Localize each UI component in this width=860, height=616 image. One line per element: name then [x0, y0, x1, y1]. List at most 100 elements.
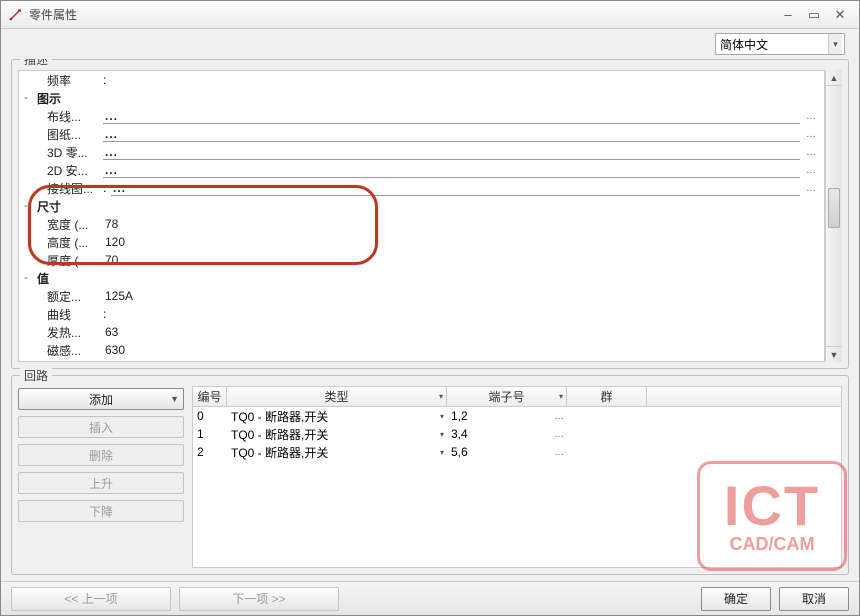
property-row[interactable]: -图示 — [19, 89, 824, 107]
col-num[interactable]: 编号 — [193, 387, 227, 406]
ellipsis-icon: … — [554, 411, 564, 422]
property-row[interactable]: 曲线: — [19, 305, 824, 323]
browse-button[interactable]: … — [802, 145, 820, 160]
window-title: 零件属性 — [29, 6, 77, 23]
insert-button[interactable]: 插入 — [18, 416, 184, 438]
property-label: 3D 零... — [43, 144, 103, 161]
property-value-input[interactable]: ...… — [103, 145, 800, 160]
ellipsis-icon: … — [554, 429, 564, 440]
property-value-input[interactable]: ...… — [103, 163, 800, 178]
next-button[interactable]: 下一项 >> — [179, 587, 339, 611]
ellipsis-icon: … — [554, 447, 564, 458]
property-label: 宽度 (... — [43, 216, 103, 233]
property-label: 布线... — [43, 108, 103, 125]
scrollbar[interactable]: ▲ ▼ — [825, 70, 842, 362]
description-legend: 描述 — [20, 59, 52, 68]
move-up-button[interactable]: 上升 — [18, 472, 184, 494]
cell-term[interactable]: 3,4… — [447, 427, 567, 441]
property-value-input[interactable]: ...… — [103, 109, 800, 124]
minimize-button[interactable]: – — [775, 7, 801, 23]
expand-toggle[interactable]: - — [19, 200, 33, 212]
cell-num: 2 — [193, 445, 227, 459]
property-row[interactable]: 3D 零......… — [19, 143, 824, 161]
property-label: 尺寸 — [33, 198, 93, 215]
language-bar: 简体中文 ▾ — [1, 29, 859, 59]
property-label: 图纸... — [43, 126, 103, 143]
circuit-buttons: 添加▼ 插入 删除 上升 下降 — [18, 386, 184, 568]
scroll-thumb[interactable] — [828, 188, 840, 228]
col-group[interactable]: 群 — [567, 387, 647, 406]
property-row[interactable]: 图纸......… — [19, 125, 824, 143]
expand-toggle[interactable]: - — [19, 92, 33, 104]
delete-button[interactable]: 删除 — [18, 444, 184, 466]
cell-type[interactable]: TQ0 - 断路器,开关▾ — [227, 408, 447, 425]
property-value-input[interactable]: ...… — [111, 181, 800, 196]
scroll-up-icon[interactable]: ▲ — [826, 70, 842, 86]
property-row[interactable]: 宽度 (...78 — [19, 215, 824, 233]
chevron-down-icon: ▾ — [440, 448, 444, 457]
chevron-down-icon: ▾ — [828, 34, 842, 54]
table-row[interactable]: 2TQ0 - 断路器,开关▾5,6… — [193, 443, 841, 461]
property-row[interactable]: 额定...125A — [19, 287, 824, 305]
circuits-table[interactable]: 编号 类型▾ 端子号▾ 群 0TQ0 - 断路器,开关▾1,2…1TQ0 - 断… — [192, 386, 842, 568]
language-select[interactable]: 简体中文 ▾ — [715, 33, 845, 55]
maximize-button[interactable]: ▭ — [801, 7, 827, 23]
property-label: 发热... — [43, 324, 103, 341]
table-row[interactable]: 1TQ0 - 断路器,开关▾3,4… — [193, 425, 841, 443]
move-down-button[interactable]: 下降 — [18, 500, 184, 522]
property-label: 高度 (... — [43, 234, 103, 251]
titlebar: 零件属性 – ▭ ✕ — [1, 1, 859, 29]
table-row[interactable]: 0TQ0 - 断路器,开关▾1,2… — [193, 407, 841, 425]
circuits-group: 回路 添加▼ 插入 删除 上升 下降 编号 类型▾ 端子号▾ 群 0TQ0 - … — [11, 375, 849, 575]
close-button[interactable]: ✕ — [827, 7, 853, 23]
cell-term[interactable]: 1,2… — [447, 409, 567, 423]
property-row[interactable]: 布线......… — [19, 107, 824, 125]
property-row[interactable]: 发热...63 — [19, 323, 824, 341]
property-value[interactable]: 125A — [103, 289, 824, 303]
prev-button[interactable]: << 上一项 — [11, 587, 171, 611]
description-group: 描述 频率:-图示布线......…图纸......…3D 零......…2D… — [11, 59, 849, 369]
property-label: 2D 安... — [43, 162, 103, 179]
property-value[interactable]: 120 — [103, 235, 824, 249]
add-button[interactable]: 添加▼ — [18, 388, 184, 410]
property-label: 值 — [33, 270, 93, 287]
property-value[interactable]: 630 — [103, 343, 824, 357]
property-value[interactable]: 78 — [103, 217, 824, 231]
property-value[interactable]: 63 — [103, 325, 824, 339]
property-row[interactable]: 接线图...:...… — [19, 179, 824, 197]
ok-button[interactable]: 确定 — [701, 587, 771, 611]
cell-num: 0 — [193, 409, 227, 423]
property-row[interactable]: 2D 安......… — [19, 161, 824, 179]
col-term[interactable]: 端子号▾ — [447, 387, 567, 406]
property-row[interactable]: 高度 (...120 — [19, 233, 824, 251]
property-row[interactable]: 厚度 (...70 — [19, 251, 824, 269]
property-label: 厚度 (... — [43, 252, 103, 269]
property-row[interactable]: -值 — [19, 269, 824, 287]
property-row[interactable]: -尺寸 — [19, 197, 824, 215]
browse-button[interactable]: … — [802, 163, 820, 178]
description-grid[interactable]: 频率:-图示布线......…图纸......…3D 零......…2D 安.… — [18, 70, 825, 362]
cell-num: 1 — [193, 427, 227, 441]
property-row[interactable]: 磁感...630 — [19, 341, 824, 359]
browse-button[interactable]: … — [802, 109, 820, 124]
property-label: 接线图... — [43, 180, 103, 197]
property-label: 磁感... — [43, 342, 103, 359]
browse-button[interactable]: … — [802, 181, 820, 196]
cancel-button[interactable]: 取消 — [779, 587, 849, 611]
circuits-legend: 回路 — [20, 367, 52, 384]
scroll-down-icon[interactable]: ▼ — [826, 346, 842, 362]
cell-term[interactable]: 5,6… — [447, 445, 567, 459]
property-value[interactable]: 70 — [103, 253, 824, 267]
cell-type[interactable]: TQ0 - 断路器,开关▾ — [227, 444, 447, 461]
cell-type[interactable]: TQ0 - 断路器,开关▾ — [227, 426, 447, 443]
browse-button[interactable]: … — [802, 127, 820, 142]
window: { "title": "零件属性", "language": { "select… — [0, 0, 860, 616]
property-label: 频率 — [43, 72, 103, 89]
chevron-down-icon: ▾ — [559, 392, 563, 401]
table-header: 编号 类型▾ 端子号▾ 群 — [193, 387, 841, 407]
expand-toggle[interactable]: - — [19, 272, 33, 284]
property-row[interactable]: 频率: — [19, 71, 824, 89]
col-type[interactable]: 类型▾ — [227, 387, 447, 406]
property-value-input[interactable]: ...… — [103, 127, 800, 142]
property-label: 曲线 — [43, 306, 103, 323]
